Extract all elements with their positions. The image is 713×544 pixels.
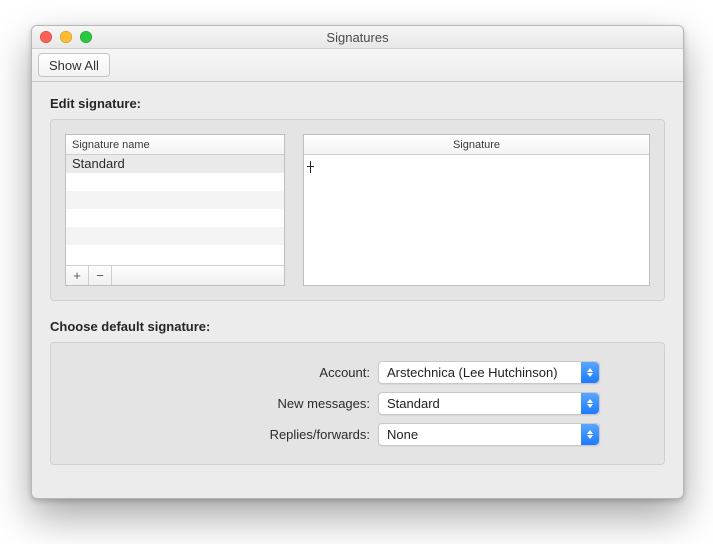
signature-editor-body[interactable] — [304, 155, 649, 285]
remove-signature-button[interactable]: − — [89, 266, 112, 285]
show-all-button[interactable]: Show All — [38, 53, 110, 77]
list-item[interactable] — [66, 191, 284, 209]
edit-signature-group: Signature name Standard + — [50, 119, 665, 301]
new-messages-label: New messages: — [65, 396, 378, 411]
chevron-up-down-icon — [581, 424, 599, 445]
replies-forwards-label: Replies/forwards: — [65, 427, 378, 442]
signature-editor[interactable]: Signature — [303, 134, 650, 286]
window-title: Signatures — [326, 30, 388, 45]
new-messages-select[interactable]: Standard — [378, 392, 600, 415]
titlebar: Signatures — [32, 26, 683, 49]
signature-editor-header: Signature — [304, 135, 649, 155]
choose-default-label: Choose default signature: — [50, 319, 665, 334]
replies-forwards-select-value: None — [387, 427, 418, 442]
list-footer: + − — [66, 265, 284, 285]
account-label: Account: — [65, 365, 378, 380]
signature-list-rows[interactable]: Standard — [66, 155, 284, 265]
account-select-value: Arstechnica (Lee Hutchinson) — [387, 365, 558, 380]
list-item[interactable] — [66, 227, 284, 245]
minimize-icon[interactable] — [60, 31, 72, 43]
toolbar: Show All — [32, 49, 683, 82]
close-icon[interactable] — [40, 31, 52, 43]
edit-signature-label: Edit signature: — [50, 96, 665, 111]
list-item[interactable]: Standard — [66, 155, 284, 173]
add-signature-button[interactable]: + — [66, 266, 89, 285]
replies-forwards-select[interactable]: None — [378, 423, 600, 446]
default-signature-group: Account: Arstechnica (Lee Hutchinson) Ne… — [50, 342, 665, 465]
zoom-icon[interactable] — [80, 31, 92, 43]
account-select[interactable]: Arstechnica (Lee Hutchinson) — [378, 361, 600, 384]
signature-list[interactable]: Signature name Standard + — [65, 134, 285, 286]
chevron-up-down-icon — [581, 362, 599, 383]
signature-list-header: Signature name — [66, 135, 284, 155]
preferences-window: Signatures Show All Edit signature: Sign… — [31, 25, 684, 499]
window-controls — [40, 31, 92, 43]
chevron-up-down-icon — [581, 393, 599, 414]
list-item[interactable] — [66, 245, 284, 263]
list-item[interactable] — [66, 173, 284, 191]
new-messages-select-value: Standard — [387, 396, 440, 411]
list-item[interactable] — [66, 209, 284, 227]
